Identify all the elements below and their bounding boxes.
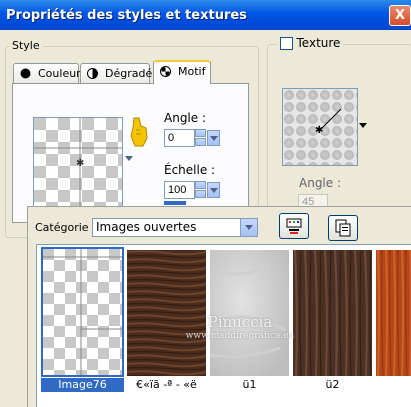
category-select[interactable]: Images ouvertes	[92, 218, 258, 237]
svg-text:✱: ✱	[315, 125, 323, 136]
scale-dropdown[interactable]	[207, 182, 220, 198]
category-label: Catégorie :	[35, 221, 96, 234]
angle-spin-up[interactable]	[195, 129, 206, 137]
angle-dropdown[interactable]	[207, 130, 220, 146]
texture-checkbox[interactable]	[280, 36, 293, 50]
texture-dropdown-arrow-icon[interactable]	[359, 123, 367, 129]
hand-cursor-icon	[130, 117, 148, 147]
thumbnail-orange-wood[interactable]	[376, 250, 411, 376]
texture-preview-image: ✱	[283, 89, 357, 165]
palette-options-icon	[286, 218, 302, 234]
watermark: Pinuccia www.maddiregrafica.eu	[160, 313, 320, 341]
watermark-url: www.maddiregrafica.eu	[185, 331, 295, 341]
gradient-icon	[87, 68, 98, 79]
close-icon: X	[394, 8, 406, 23]
pattern-preview[interactable]: ✱	[33, 117, 123, 209]
angle-spin-down[interactable]	[195, 138, 206, 146]
orange-wood-thumbnail	[376, 250, 411, 376]
thumbnail-label-4: ü2	[325, 378, 340, 391]
thumbnail-label-image76: Image76	[41, 378, 124, 392]
scale-input[interactable]	[164, 181, 195, 199]
style-legend: Style	[9, 39, 43, 52]
tab-motif[interactable]: Motif	[153, 60, 211, 84]
scale-spin-down[interactable]	[195, 190, 206, 198]
copy-icon	[335, 219, 351, 237]
pattern-icon	[160, 66, 171, 77]
category-selected-value: Images ouvertes	[96, 220, 197, 234]
thumbnail-label-2: €«ïã -ª - «ë	[136, 378, 197, 391]
checker-pattern-preview: ✱	[34, 118, 122, 208]
scale-spin-up[interactable]	[195, 181, 206, 189]
angle-input[interactable]	[164, 129, 195, 147]
tab-degrade-label: Dégradé	[105, 67, 153, 80]
texture-angle-label: Angle :	[299, 176, 342, 190]
texture-checkbox-wrap[interactable]: Texture	[277, 36, 344, 52]
tab-couleur-label: Couleur	[38, 67, 81, 80]
svg-text:✱: ✱	[76, 158, 84, 169]
watermark-title: Pinuccia	[207, 313, 273, 331]
copy-pattern-button[interactable]	[328, 215, 358, 241]
pattern-dropdown-button[interactable]	[123, 151, 133, 167]
title-bar[interactable]: Propriétés des styles et textures X	[0, 0, 411, 30]
chevron-down-icon[interactable]	[240, 219, 257, 236]
thumbnail-label-5	[374, 378, 411, 392]
thumbnail-label-3: ü1	[242, 378, 257, 391]
angle-label: Angle :	[164, 111, 207, 125]
close-button[interactable]: X	[389, 5, 411, 26]
tab-motif-label: Motif	[178, 65, 206, 78]
texture-label: Texture	[296, 36, 341, 50]
window-title: Propriétés des styles et textures	[6, 8, 247, 23]
tab-couleur[interactable]: Couleur	[13, 63, 81, 83]
texture-preview[interactable]: ✱	[282, 88, 358, 166]
thumbnail-image76[interactable]	[41, 247, 124, 377]
tab-degrade[interactable]: Dégradé	[80, 63, 153, 83]
scale-slider[interactable]	[164, 201, 186, 205]
checker-thumbnail	[43, 249, 122, 375]
color-dot-icon	[20, 68, 31, 79]
scale-label: Échelle :	[164, 163, 216, 177]
pattern-options-button[interactable]	[279, 213, 309, 239]
